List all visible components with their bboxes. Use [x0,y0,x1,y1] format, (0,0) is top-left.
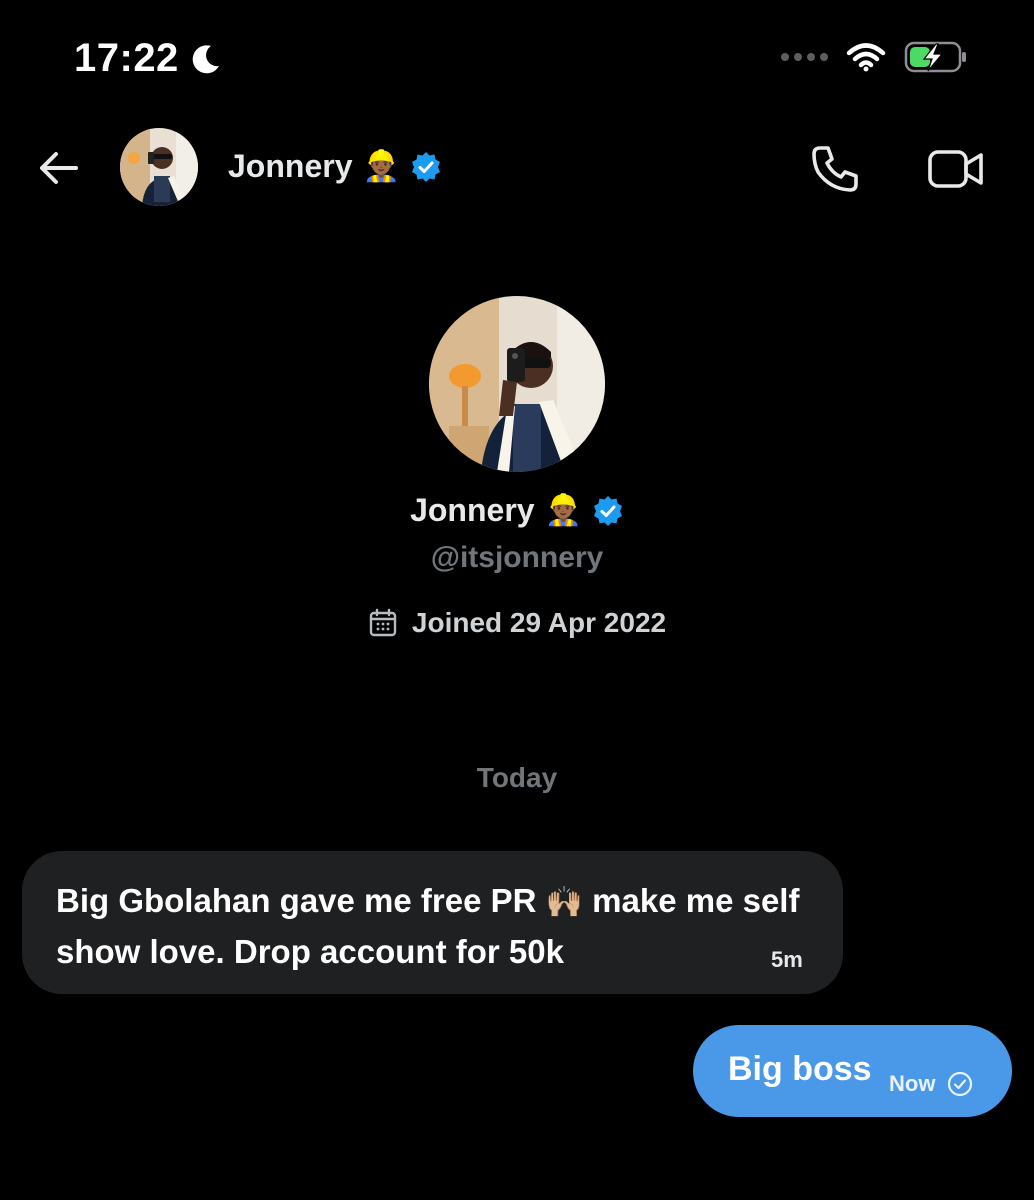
joined-date-row: Joined 29 Apr 2022 [368,607,666,639]
message-text: Big boss [728,1050,872,1088]
message-text: Big Gbolahan gave me free PR 🙌🏼 make me … [56,875,816,977]
message-timestamp: Now [889,1071,936,1096]
date-divider: Today [476,762,558,793]
avatar[interactable] [120,128,198,206]
outgoing-message-bubble[interactable]: Big boss Now [693,1025,1012,1117]
raising-hands-emoji: 🙌🏼 [545,885,583,920]
video-camera-icon[interactable] [926,142,986,196]
construction-worker-emoji: 👷🏾‍♂️ [544,492,582,528]
header-contact-name[interactable]: Jonnery 👷🏾‍♂️ [228,148,442,185]
avatar-image [120,128,198,206]
incoming-message-bubble[interactable]: Big Gbolahan gave me free PR 🙌🏼 make me … [22,851,843,994]
verified-badge-icon [411,151,440,182]
wifi-icon [846,43,886,72]
status-time-group: 17:22 [74,36,223,81]
status-time: 17:22 [74,36,179,80]
construction-worker-emoji: 👷🏾‍♂️ [362,148,400,184]
moon-icon [192,44,219,73]
profile-avatar-image [429,296,605,472]
profile-avatar[interactable] [429,296,605,472]
signal-dots-icon [781,53,828,61]
profile-handle[interactable]: @itsjonnery [431,541,604,575]
back-arrow-icon[interactable] [36,146,80,190]
message-meta: Now [889,1071,973,1097]
status-icons [781,40,968,74]
phone-icon[interactable] [808,142,862,196]
joined-date: Joined 29 Apr 2022 [411,607,667,638]
conversation-header: Jonnery 👷🏾‍♂️ [0,118,1034,218]
message-text-part: Big Gbolahan gave me free PR [56,882,546,919]
sent-check-icon [948,1071,973,1097]
calendar-icon [369,608,397,637]
profile-name-row: Jonnery 👷🏾‍♂️ [410,492,624,529]
header-name: Jonnery [228,148,353,184]
status-bar: 17:22 [0,0,1034,110]
profile-name: Jonnery [410,492,535,528]
verified-badge-icon [593,495,622,526]
message-timestamp: 5m [771,947,803,972]
battery-charging-icon [904,41,966,73]
profile-card: Jonnery 👷🏾‍♂️ @itsjonnery Joined 29 Apr … [0,296,1034,639]
